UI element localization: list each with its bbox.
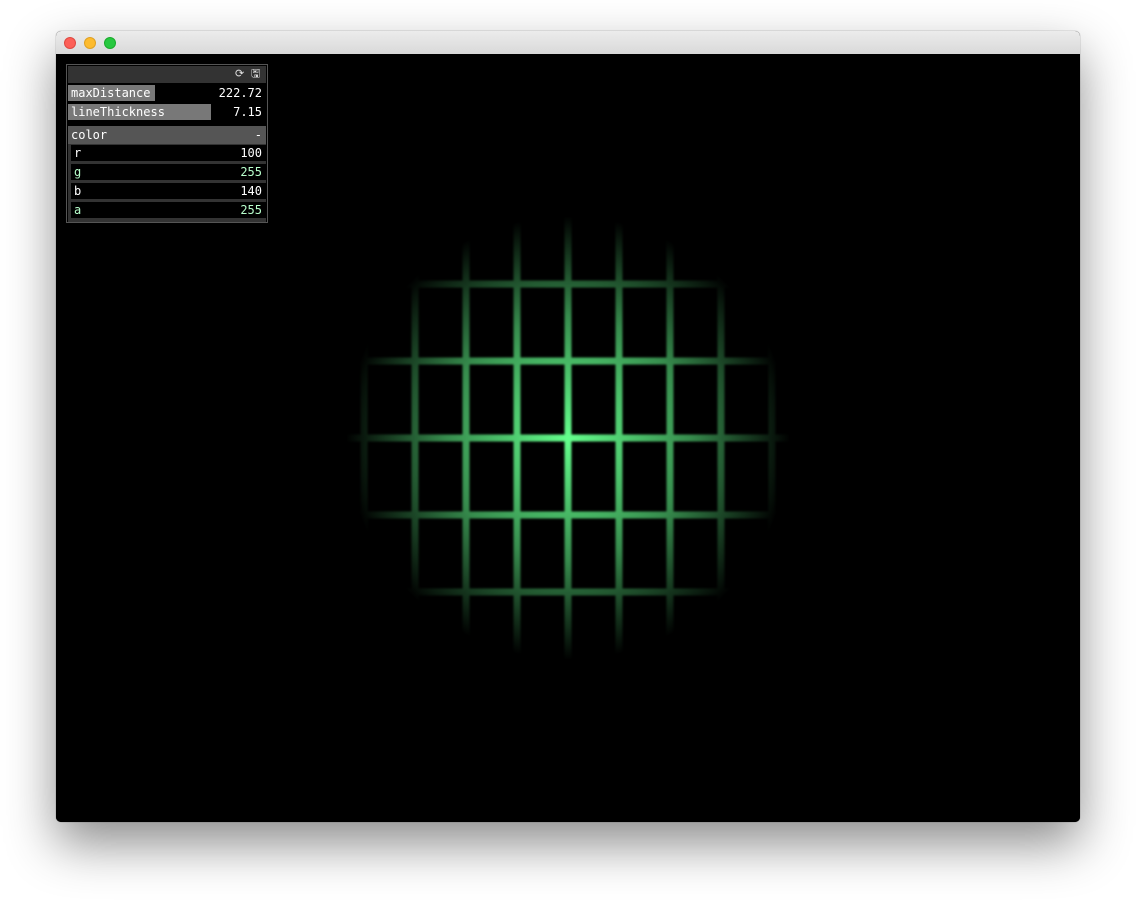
slider-fill <box>71 164 266 180</box>
grid-horizontal-line <box>316 511 820 519</box>
grid-horizontal-line <box>316 357 820 365</box>
max-distance-slider[interactable]: maxDistance 222.72 <box>68 85 266 101</box>
slider-label: a <box>74 203 82 217</box>
title-bar[interactable] <box>56 31 1080 55</box>
minimize-button[interactable] <box>84 37 96 49</box>
slider-label: r <box>74 146 82 160</box>
grid-horizontal-line <box>316 280 820 288</box>
app-window: ⟳ 🖫 maxDistance 222.72 lineThickness 7.1… <box>56 31 1080 822</box>
slider-value: 100 <box>240 146 262 160</box>
slider-fill <box>71 202 266 218</box>
grid-horizontal-line <box>316 203 820 211</box>
slider-value: 140 <box>240 184 262 198</box>
collapse-toggle[interactable]: - <box>255 126 262 144</box>
slider-value: 255 <box>240 203 262 217</box>
maximize-button[interactable] <box>104 37 116 49</box>
slider-label: maxDistance <box>71 86 151 100</box>
gui-header: ⟳ 🖫 <box>68 66 266 83</box>
group-label: color <box>71 128 108 142</box>
render-canvas[interactable]: ⟳ 🖫 maxDistance 222.72 lineThickness 7.1… <box>56 54 1080 822</box>
grid-horizontal-line <box>316 665 820 673</box>
color-group-body: r 100 g 255 b 140 a 255 <box>68 144 266 222</box>
slider-value: 255 <box>240 165 262 179</box>
grid-horizontal-line <box>316 588 820 596</box>
slider-label: b <box>74 184 82 198</box>
close-button[interactable] <box>64 37 76 49</box>
slider-label: lineThickness <box>71 105 165 119</box>
refresh-icon[interactable]: ⟳ <box>235 68 244 80</box>
slider-fill <box>71 183 178 199</box>
slider-value: 222.72 <box>218 86 262 100</box>
grid-horizontal-line <box>316 434 820 442</box>
line-thickness-slider[interactable]: lineThickness 7.15 <box>68 104 266 120</box>
color-b-slider[interactable]: b 140 <box>71 183 266 199</box>
color-g-slider[interactable]: g 255 <box>71 164 266 180</box>
color-group-header[interactable]: color - <box>68 126 266 144</box>
slider-fill <box>71 145 147 161</box>
save-icon[interactable]: 🖫 <box>251 68 260 80</box>
slider-label: g <box>74 165 82 179</box>
color-a-slider[interactable]: a 255 <box>71 202 266 218</box>
gui-panel: ⟳ 🖫 maxDistance 222.72 lineThickness 7.1… <box>66 64 268 223</box>
color-r-slider[interactable]: r 100 <box>71 145 266 161</box>
slider-value: 7.15 <box>233 105 262 119</box>
